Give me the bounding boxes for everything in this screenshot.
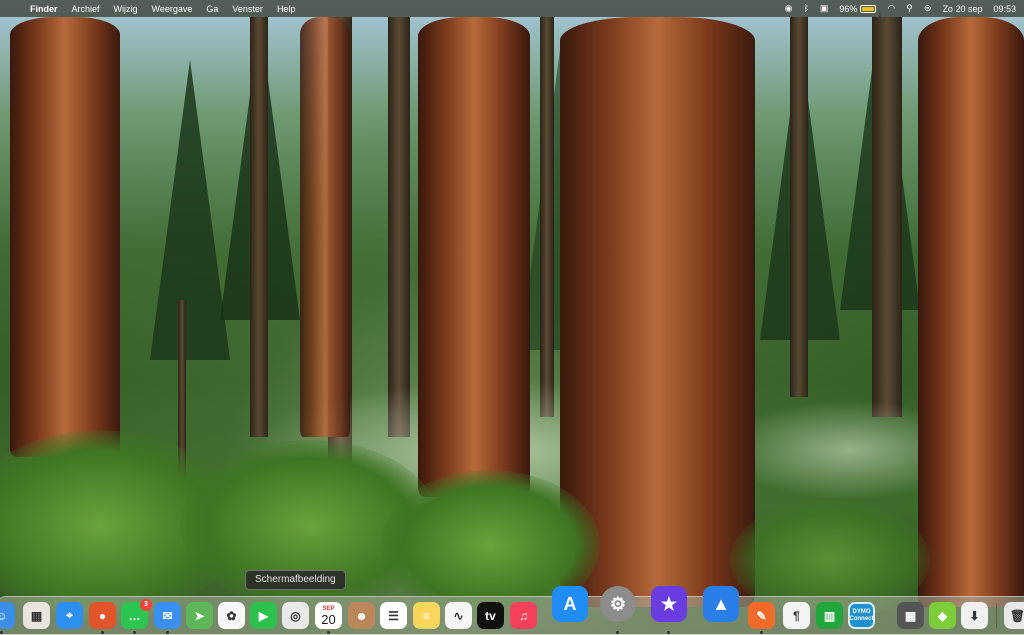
dymo-label: DYMO [852, 608, 871, 615]
imovie-icon[interactable]: ★ [651, 586, 687, 622]
airdrop-icon[interactable]: ◉ [785, 0, 793, 17]
menu-date[interactable]: Zo 20 sep [942, 4, 982, 14]
menu-wijzig[interactable]: Wijzig [114, 4, 138, 14]
pages-icon[interactable]: ✎ [748, 602, 775, 629]
menu-help[interactable]: Help [277, 4, 296, 14]
menu-archief[interactable]: Archief [72, 4, 100, 14]
calculator-icon[interactable]: ▦ [897, 602, 924, 629]
wifi-icon[interactable]: ◠ [887, 0, 895, 17]
wallpaper-sequoia-trunk [10, 17, 120, 457]
wallpaper-thin-trunk [872, 17, 902, 417]
mail-icon[interactable]: ✉ [154, 602, 181, 629]
display-icon[interactable]: ▣ [820, 0, 829, 17]
finder-icon[interactable]: ☺ [0, 602, 15, 629]
screenshot-icon[interactable]: ◎ [282, 602, 309, 629]
battery-percent: 96% [839, 3, 858, 14]
wallpaper-thin-trunk [790, 17, 808, 397]
keynote-icon[interactable]: ▲ [703, 586, 739, 622]
wallpaper-conifer [150, 60, 230, 360]
control-center-icon[interactable]: ⊜ [924, 0, 932, 17]
textedit-icon[interactable]: ¶ [783, 602, 810, 629]
desktop-wallpaper [0, 0, 1024, 634]
app-store-icon[interactable]: A [552, 586, 588, 622]
battery-fill [862, 6, 874, 11]
wallpaper-thin-trunk [250, 17, 268, 437]
installer-icon[interactable]: ⬇ [961, 602, 988, 629]
freeform-icon[interactable]: ∿ [445, 602, 472, 629]
trash-icon[interactable]: 🗑 [1004, 602, 1024, 629]
calendar-icon[interactable]: SEP 20 [315, 602, 342, 629]
cube-app-icon[interactable]: ◆ [929, 602, 956, 629]
dymo-connect-icon[interactable]: DYMO Connect [848, 602, 875, 629]
menu-ga[interactable]: Ga [206, 4, 218, 14]
dock-separator [996, 603, 997, 628]
launchpad-icon[interactable]: ▦ [23, 602, 50, 629]
spotlight-search-icon[interactable]: ⚲ [906, 0, 913, 17]
menu-weergave[interactable]: Weergave [152, 4, 193, 14]
wallpaper-thin-trunk [388, 17, 410, 437]
wallpaper-thin-trunk [540, 17, 554, 417]
system-settings-icon[interactable]: ⚙ [600, 586, 636, 622]
messages-badge: 3 [140, 599, 152, 611]
status-area: ◉ ᛒ ▣ 96% ◠ ⚲ ⊜ Zo 20 sep 09:53 [785, 0, 1016, 17]
menu-time[interactable]: 09:53 [993, 4, 1016, 14]
calendar-day: 20 [321, 611, 336, 627]
contacts-icon[interactable]: ☻ [348, 602, 375, 629]
bluetooth-icon[interactable]: ᛒ [804, 0, 809, 17]
firefox-icon[interactable]: ● [89, 602, 116, 629]
menu-venster[interactable]: Venster [232, 4, 263, 14]
music-icon[interactable]: ♫ [510, 602, 537, 629]
maps-icon[interactable]: ➤ [186, 602, 213, 629]
notes-icon[interactable]: ≡ [413, 602, 440, 629]
numbers-icon[interactable]: ▥ [816, 602, 843, 629]
wallpaper-sequoia-trunk [418, 17, 530, 497]
battery-status[interactable]: 96% [839, 3, 877, 14]
menu-bar: Finder Archief Wijzig Weergave Ga Venste… [0, 0, 1024, 17]
apple-tv-icon[interactable]: tv [477, 602, 504, 629]
wallpaper-sequoia-trunk [918, 17, 1024, 607]
reminders-icon[interactable]: ☰ [380, 602, 407, 629]
safari-icon[interactable]: ⌖ [56, 602, 83, 629]
menu-finder[interactable]: Finder [30, 4, 58, 14]
facetime-icon[interactable]: ▶ [250, 602, 277, 629]
photos-icon[interactable]: ✿ [218, 602, 245, 629]
wallpaper-sequoia-trunk [300, 17, 350, 437]
dymo-sublabel: Connect [849, 615, 874, 622]
battery-icon [860, 4, 877, 13]
dock-tooltip: Schermafbeelding [245, 570, 346, 590]
